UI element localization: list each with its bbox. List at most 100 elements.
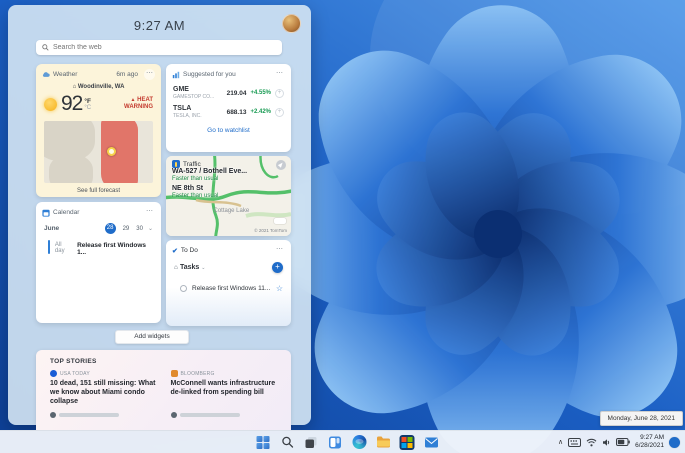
story-source-icon: [170, 412, 177, 418]
calendar-menu-icon[interactable]: ⋯: [144, 207, 155, 218]
desktop: 9:27 AM Weather 6m ago ⋯ ⌂ Woodinville, …: [0, 0, 685, 453]
search-icon: [281, 436, 293, 448]
heat-zone-overlay: [100, 121, 138, 183]
traffic-status: Faster than usual: [172, 193, 219, 199]
chevron-down-icon[interactable]: ⌄: [148, 225, 153, 232]
see-full-forecast-link[interactable]: See full forecast: [36, 183, 161, 194]
start-button[interactable]: [256, 435, 271, 450]
taskbar: ∧ 9:27 AM 6/28/2021: [0, 430, 685, 453]
todo-widget[interactable]: ✔ To Do ⋯ ⌂ Tasks ⌄ + Release first Wind…: [166, 240, 291, 326]
chevron-down-icon[interactable]: ⌄: [201, 265, 205, 271]
traffic-status: Faster than usual: [172, 176, 219, 182]
battery-icon[interactable]: [616, 438, 630, 446]
traffic-route: WA-527 / Bothell Eve...: [172, 168, 248, 175]
widgets-panel: 9:27 AM Weather 6m ago ⋯ ⌂ Woodinville, …: [8, 5, 311, 430]
unit-celsius[interactable]: °C: [84, 105, 91, 112]
stock-symbol: GME: [173, 86, 189, 93]
calendar-day[interactable]: 29: [123, 226, 130, 232]
map-place-label: Cottage Lake: [213, 208, 250, 214]
partial-story-row: [36, 406, 291, 418]
mail-icon: [424, 437, 438, 447]
task-checkbox[interactable]: [180, 285, 187, 292]
wifi-icon[interactable]: [586, 438, 597, 447]
tasks-list-label[interactable]: Tasks: [180, 264, 199, 271]
location-pin-icon: ⌂: [72, 84, 77, 90]
map-landmass: [49, 155, 94, 183]
temperature-value: 92: [61, 92, 83, 115]
story-headline: McConnell wants infrastructure de-linked…: [170, 380, 276, 396]
task-view-button[interactable]: [304, 435, 319, 450]
calendar-event[interactable]: All day Release first Windows 1...: [36, 234, 161, 262]
map-zoom-control[interactable]: [274, 218, 286, 224]
news-story[interactable]: [170, 412, 278, 418]
add-widgets-button[interactable]: Add widgets: [115, 330, 189, 344]
calendar-widget[interactable]: Calendar ⋯ June 28 29 30 ⌄ All day Relea…: [36, 202, 161, 323]
user-avatar[interactable]: [282, 14, 301, 33]
web-search-bar[interactable]: [36, 40, 282, 55]
store-icon: [399, 434, 415, 450]
unit-fahrenheit[interactable]: °F: [84, 98, 91, 105]
news-story[interactable]: USA TODAY 10 dead, 151 still missing: Wh…: [50, 370, 157, 406]
story-headline: 10 dead, 151 still missing: What we know…: [50, 380, 156, 405]
stocks-chart-icon: [172, 71, 180, 78]
news-story[interactable]: Bloomberg McConnell wants infrastructure…: [170, 370, 278, 406]
store-button[interactable]: [399, 434, 415, 450]
compass-icon[interactable]: [276, 160, 286, 170]
todo-title: To Do: [180, 247, 198, 254]
notification-badge[interactable]: [669, 436, 680, 448]
stock-company: GAMESTOP CO...: [173, 94, 215, 100]
weather-map: [44, 121, 153, 183]
home-icon: ⌂: [174, 264, 178, 271]
news-story[interactable]: [50, 412, 157, 418]
add-to-watchlist-icon[interactable]: +: [275, 88, 284, 98]
weather-icon: [42, 72, 50, 77]
stocks-menu-icon[interactable]: ⋯: [274, 69, 285, 80]
bloomberg-icon: [170, 370, 178, 377]
sun-icon: [44, 97, 57, 111]
tray-time: 9:27 AM: [640, 434, 664, 441]
calendar-month: June: [44, 225, 60, 232]
traffic-widget[interactable]: Traffic WA-527 / Bothell Eve... Faster t…: [166, 156, 291, 236]
search-button[interactable]: [280, 435, 295, 450]
calendar-day-selected[interactable]: 28: [104, 223, 116, 234]
stock-company: TESLA, INC.: [173, 113, 202, 119]
story-source: USA TODAY: [60, 370, 90, 377]
search-input[interactable]: [53, 44, 276, 51]
weather-updated: 6m ago: [116, 71, 138, 78]
event-color-bar: [48, 240, 50, 254]
todo-check-icon: ✔: [172, 247, 178, 255]
stock-change: +2.42%: [250, 109, 271, 115]
go-to-watchlist-link[interactable]: Go to watchlist: [166, 121, 291, 134]
tray-overflow-chevron-icon[interactable]: ∧: [558, 438, 563, 446]
weather-title: Weather: [53, 71, 78, 78]
traffic-icon: [172, 160, 180, 168]
todo-menu-icon[interactable]: ⋯: [274, 245, 285, 256]
event-title: Release first Windows 1...: [77, 242, 146, 256]
add-to-watchlist-icon[interactable]: +: [275, 107, 284, 117]
widgets-button[interactable]: [328, 435, 343, 450]
weather-current: 92 °F °C ▲ HEAT WARNING: [36, 90, 161, 119]
map-copyright: © 2021 TomTom: [254, 228, 287, 233]
mail-button[interactable]: [424, 435, 439, 450]
weather-menu-icon[interactable]: ⋯: [144, 69, 155, 80]
task-view-icon: [305, 436, 317, 448]
file-explorer-button[interactable]: [376, 435, 391, 450]
touch-keyboard-icon[interactable]: [568, 437, 582, 447]
stock-row[interactable]: GME GAMESTOP CO... 219.04 +4.55% +: [166, 83, 291, 102]
traffic-route: NE 8th St: [172, 185, 204, 192]
stocks-title: Suggested for you: [183, 71, 236, 78]
add-task-button[interactable]: +: [272, 262, 283, 273]
star-icon[interactable]: ☆: [276, 284, 283, 293]
edge-icon: [352, 435, 366, 449]
task-item[interactable]: Release first Windows 11... ☆: [166, 276, 291, 293]
edge-button[interactable]: [352, 435, 367, 450]
stock-row[interactable]: TSLA TESLA, INC. 688.13 +2.42% +: [166, 102, 291, 121]
tray-clock[interactable]: 9:27 AM 6/28/2021: [635, 434, 664, 450]
panel-clock: 9:27 AM: [133, 18, 186, 33]
widgets-icon: [329, 436, 341, 448]
volume-icon[interactable]: [602, 438, 611, 447]
calendar-day[interactable]: 30: [136, 226, 143, 232]
weather-widget[interactable]: Weather 6m ago ⋯ ⌂ Woodinville, WA 92 °F…: [36, 64, 161, 197]
event-time: All day: [54, 242, 65, 254]
stocks-widget[interactable]: Suggested for you ⋯ GME GAMESTOP CO... 2…: [166, 64, 291, 152]
